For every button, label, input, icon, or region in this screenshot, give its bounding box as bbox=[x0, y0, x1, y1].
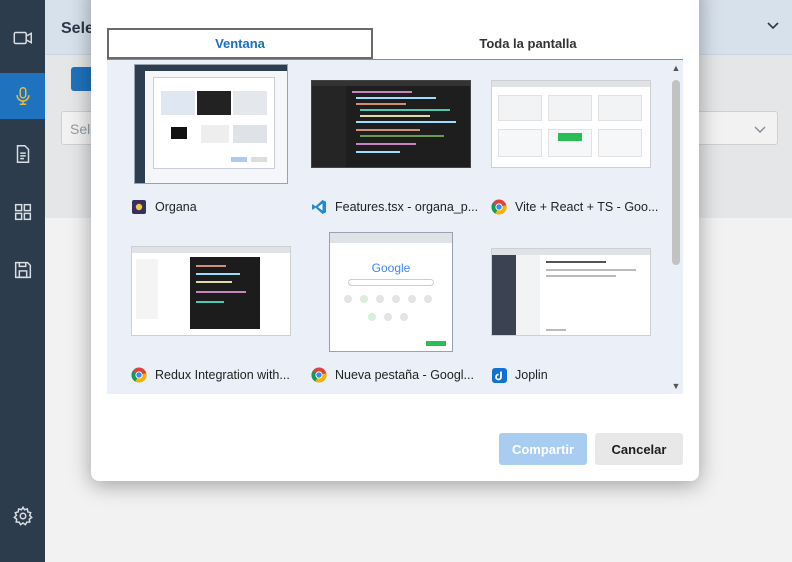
window-label: Features.tsx - organa_p... bbox=[311, 197, 479, 217]
window-thumbnail bbox=[134, 64, 288, 184]
chrome-icon bbox=[131, 367, 147, 383]
window-label: Joplin bbox=[491, 365, 659, 385]
tab-entire-screen[interactable]: Toda la pantalla bbox=[373, 28, 683, 59]
window-item-vscode[interactable]: Features.tsx - organa_p... bbox=[311, 64, 479, 232]
window-thumbnail: Google bbox=[329, 232, 453, 352]
window-label: Nueva pestaña - Googl... bbox=[311, 365, 479, 385]
window-thumbnail bbox=[311, 80, 471, 168]
window-item-joplin[interactable]: Joplin bbox=[491, 232, 659, 394]
google-logo: Google bbox=[371, 261, 411, 275]
window-item-vite[interactable]: Vite + React + TS - Goo... bbox=[491, 64, 659, 232]
share-screen-dialog: Ventana Toda la pantalla Organa Features… bbox=[91, 0, 699, 481]
window-label: Redux Integration with... bbox=[131, 365, 299, 385]
window-label: Organa bbox=[131, 197, 299, 217]
window-item-redux[interactable]: Redux Integration with... bbox=[131, 232, 299, 394]
window-thumbnail bbox=[131, 246, 291, 336]
scrollbar-thumb[interactable] bbox=[672, 80, 680, 265]
tab-window[interactable]: Ventana bbox=[107, 28, 373, 59]
cancel-button[interactable]: Cancelar bbox=[595, 433, 683, 465]
scrollbar[interactable]: ▲ ▼ bbox=[669, 60, 683, 394]
window-item-organa[interactable]: Organa bbox=[131, 64, 299, 232]
chrome-icon bbox=[311, 367, 327, 383]
window-thumbnail bbox=[491, 80, 651, 168]
share-button[interactable]: Compartir bbox=[499, 433, 587, 465]
joplin-icon bbox=[491, 367, 507, 383]
scroll-up-icon[interactable]: ▲ bbox=[671, 63, 681, 73]
window-item-new-tab[interactable]: Google Nueva pestaña - Googl... bbox=[311, 232, 479, 394]
window-label: Vite + React + TS - Goo... bbox=[491, 197, 659, 217]
vscode-icon bbox=[311, 199, 327, 215]
window-thumbnail bbox=[491, 248, 651, 336]
organa-app-icon bbox=[131, 199, 147, 215]
chrome-icon bbox=[491, 199, 507, 215]
window-list[interactable]: Organa Features.tsx - organa_p... Vite +… bbox=[107, 60, 683, 394]
scroll-down-icon[interactable]: ▼ bbox=[671, 381, 681, 391]
